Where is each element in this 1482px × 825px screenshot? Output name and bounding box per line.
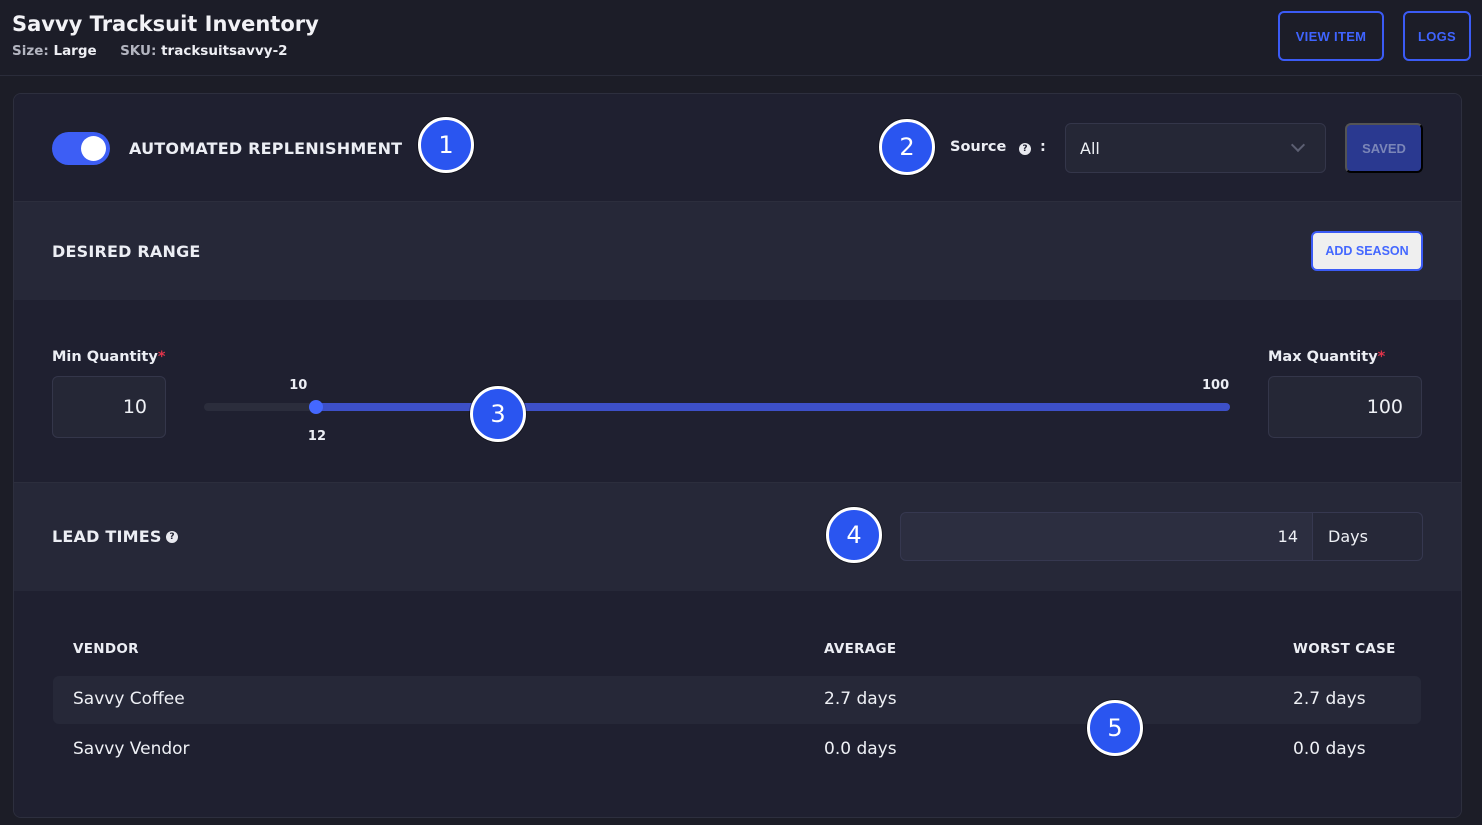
add-season-button[interactable]: ADD SEASON <box>1311 231 1423 271</box>
quantity-slider-handle[interactable] <box>308 400 323 414</box>
automated-replenishment-label: AUTOMATED REPLENISHMENT <box>129 139 403 158</box>
vendor-table: VENDOR AVERAGE WORST CASE Savvy Coffee 2… <box>14 591 1461 817</box>
vendor-cell: Savvy Vendor <box>73 739 190 759</box>
lead-times-label: LEAD TIMES <box>52 527 162 546</box>
max-quantity-label: Max Quantity* <box>1268 349 1386 365</box>
annotation-marker-3: 3 <box>470 386 526 442</box>
column-header-average: AVERAGE <box>824 641 897 657</box>
annotation-marker-2: 2 <box>879 119 935 175</box>
column-header-worst-case: WORST CASE <box>1293 641 1396 657</box>
lead-time-input[interactable]: 14 <box>900 512 1313 561</box>
product-meta: Size: Large SKU: tracksuitsavvy-2 <box>12 43 288 59</box>
vendor-cell: Savvy Coffee <box>73 689 185 709</box>
help-icon[interactable]: ? <box>1019 143 1031 155</box>
size-label: Size: <box>12 43 49 59</box>
quantity-range-section: Min Quantity* 10 10 100 12 Max Quantity*… <box>14 300 1461 483</box>
table-row: Savvy Coffee 2.7 days 2.7 days <box>53 676 1421 724</box>
lead-times-section: LEAD TIMES ? 14 Days <box>14 483 1461 591</box>
annotation-marker-4: 4 <box>826 507 882 563</box>
source-colon: : <box>1040 139 1046 155</box>
desired-range-label: DESIRED RANGE <box>52 242 201 261</box>
desired-range-section: DESIRED RANGE ADD SEASON <box>14 202 1461 300</box>
annotation-marker-1: 1 <box>418 117 474 173</box>
view-item-button[interactable]: VIEW ITEM <box>1278 11 1384 61</box>
source-select-value: All <box>1080 139 1100 158</box>
sku-value: tracksuitsavvy-2 <box>161 43 288 59</box>
required-mark: * <box>1377 349 1386 365</box>
help-icon[interactable]: ? <box>166 531 178 543</box>
annotation-marker-5: 5 <box>1087 700 1143 756</box>
worst-case-cell: 2.7 days <box>1293 689 1366 709</box>
page-title: Savvy Tracksuit Inventory <box>12 12 319 36</box>
automated-replenishment-toggle[interactable] <box>52 132 110 165</box>
replenishment-card: AUTOMATED REPLENISHMENT Source ? : All S… <box>13 93 1462 818</box>
slider-min-tick: 10 <box>289 378 308 393</box>
source-label: Source <box>950 139 1007 155</box>
worst-case-cell: 0.0 days <box>1293 739 1366 759</box>
slider-current-value: 12 <box>307 429 327 444</box>
slider-max-tick: 100 <box>1202 378 1230 393</box>
quantity-slider-fill <box>315 403 1230 411</box>
logs-button[interactable]: LOGS <box>1403 11 1471 61</box>
replenishment-section: AUTOMATED REPLENISHMENT Source ? : All S… <box>14 94 1461 202</box>
sku-label: SKU: <box>120 43 157 59</box>
min-quantity-input[interactable]: 10 <box>52 376 166 438</box>
lead-time-unit: Days <box>1313 512 1423 561</box>
source-select[interactable]: All <box>1065 123 1326 173</box>
chevron-down-icon <box>1290 137 1306 153</box>
toggle-knob <box>81 136 106 161</box>
quantity-slider-track[interactable] <box>204 403 1230 411</box>
min-quantity-label: Min Quantity* <box>52 349 166 365</box>
average-cell: 2.7 days <box>824 689 897 709</box>
column-header-vendor: VENDOR <box>73 641 139 657</box>
top-bar: Savvy Tracksuit Inventory Size: Large SK… <box>0 0 1482 76</box>
table-row: Savvy Vendor 0.0 days 0.0 days <box>53 726 1421 774</box>
required-mark: * <box>157 349 166 365</box>
average-cell: 0.0 days <box>824 739 897 759</box>
size-value: Large <box>53 43 97 59</box>
max-quantity-input[interactable]: 100 <box>1268 376 1422 438</box>
saved-button[interactable]: SAVED <box>1345 123 1423 173</box>
